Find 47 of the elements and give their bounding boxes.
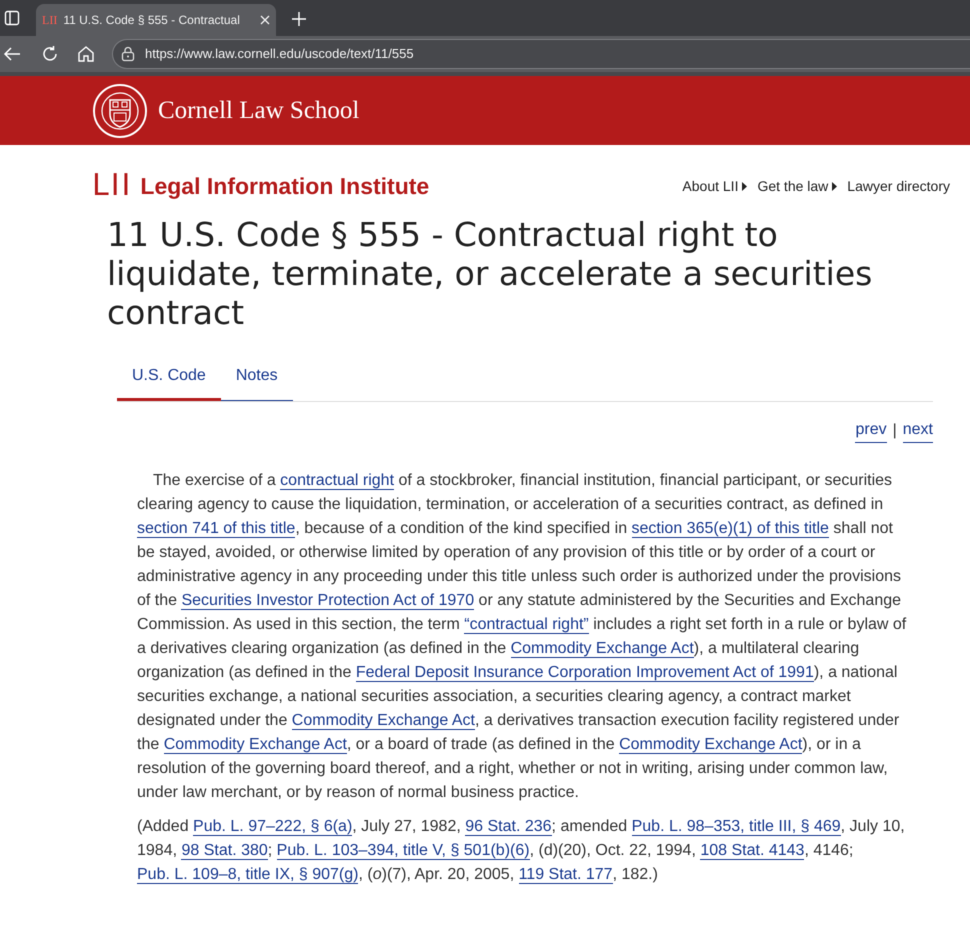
text-link[interactable]: Securities Investor Protection Act of 1970 xyxy=(181,592,474,610)
text-link[interactable]: 108 Stat. 4143 xyxy=(700,842,804,860)
close-icon[interactable] xyxy=(260,15,270,25)
text-link[interactable]: Pub. L. 97–222, § 6(a) xyxy=(193,818,352,836)
address-bar[interactable]: https://www.law.cornell.edu/uscode/text/11/555 xyxy=(112,39,970,69)
caret-icon xyxy=(742,182,748,190)
text-link[interactable]: section 365(e)(1) of this title xyxy=(632,520,829,538)
next-link[interactable]: next xyxy=(902,418,933,443)
lock-icon xyxy=(121,46,135,62)
text-link[interactable]: Commodity Exchange Act xyxy=(164,736,347,754)
reload-icon[interactable] xyxy=(41,45,59,63)
text-link[interactable]: Pub. L. 109–8, title IX, § 907(g) xyxy=(137,866,358,884)
school-name[interactable]: Cornell Law School xyxy=(158,92,360,130)
text-link[interactable]: section 741 of this title xyxy=(137,520,296,538)
text-link[interactable]: Pub. L. 98–353, title III, § 469 xyxy=(632,818,841,836)
text-link[interactable]: 119 Stat. 177 xyxy=(518,866,613,884)
caret-icon xyxy=(832,182,838,190)
browser-tab[interactable]: LII 11 U.S. Code § 555 - Contractual xyxy=(36,4,276,36)
back-icon[interactable] xyxy=(3,45,21,63)
text-link[interactable]: Commodity Exchange Act xyxy=(510,640,694,658)
new-tab-icon[interactable] xyxy=(292,12,306,26)
credits-paragraph: (Added Pub. L. 97–222, § 6(a), July 27, 1982, 96 Stat. 236; amended Pub. L. 98–353, title III, § 469, July 10, 1984, 98 Stat. 380; Pub. L. 103–394, title V, § 501(b)(6), (d)(20), Oct. 22, 1994, 108 Stat. 4143, 4146; Pub. L. 109–8, title IX, § 907(g), (o)(7), Apr. 20, 2005, 119 Stat. 177, 182.) xyxy=(137,817,906,886)
text-link[interactable]: 98 Stat. 380 xyxy=(181,842,268,860)
text-link[interactable]: “contractual right” xyxy=(464,616,589,634)
page-title: 11 U.S. Code § 555 - Contractual right to liquidate, terminate, or accelerate a securities contract xyxy=(107,215,874,332)
home-icon[interactable] xyxy=(77,45,95,63)
tab-title: 11 U.S. Code § 555 - Contractual xyxy=(63,12,241,29)
pager-separator: | xyxy=(892,420,897,440)
text-link[interactable]: Pub. L. 103–394, title V, § 501(b)(6) xyxy=(276,842,530,860)
nav-link[interactable]: About LII xyxy=(682,176,748,196)
seal-logo-icon xyxy=(92,82,148,138)
text-link[interactable]: 96 Stat. 236 xyxy=(465,818,552,836)
content-tab[interactable]: U.S. Code xyxy=(117,354,221,401)
text-link[interactable]: contractual right xyxy=(280,472,394,490)
text-link[interactable]: Commodity Exchange Act xyxy=(292,712,475,730)
sidebar-icon[interactable] xyxy=(4,10,20,26)
prev-link[interactable]: prev xyxy=(855,418,887,443)
text-link[interactable]: Federal Deposit Insurance Corporation Improvement Act of 1991 xyxy=(356,664,814,682)
site-name[interactable]: Legal Information Institute xyxy=(140,168,430,204)
tab-favicon: LII xyxy=(42,12,58,29)
nav-link[interactable]: Lawyer directory xyxy=(847,176,950,196)
content-tab[interactable]: Notes xyxy=(220,354,293,401)
nav-link[interactable]: Get the law xyxy=(757,176,838,196)
text-link[interactable]: Commodity Exchange Act xyxy=(619,736,802,754)
statute-paragraph: The exercise of a contractual right of a stockbroker, financial institution, financial participant, or securities clearing agency to cause the liquidation, termination, or acceleration of a securities contract, as defined in section 741 of this title, because of a condition of the kind specified in section 365(e)(1) of this title shall not be stayed, avoided, or otherwise limited by operation of any provision of this title or by order of a court or administrative agency in any proceeding under this title unless such order is authorized under the provisions of the Securities Investor Protection Act of 1970 or any statute administered by the Securities and Exchange Commission. As used in this section, the term “contractual right” includes a right set forth in a rule or bylaw of a derivatives clearing organization (as defined in the Commodity Exchange Act), a multilateral clearing organization (as defined in the Federal Deposit Insurance Corporation Improvement Act of 1991), a national securities exchange, a national securities association, a securities clearing agency, a contract market designated under the Commodity Exchange Act, a derivatives transaction execution facility registered under the Commodity Exchange Act, or a board of trade (as defined in the Commodity Exchange Act), or in a resolution of the governing board thereof, and a right, whether or not in writing, arising under common law, under law merchant, or by reason of normal business practice. xyxy=(137,471,908,803)
lii-logo[interactable]: LII xyxy=(92,171,132,201)
url-text: https://www.law.cornell.edu/uscode/text/11/555 xyxy=(145,45,414,64)
